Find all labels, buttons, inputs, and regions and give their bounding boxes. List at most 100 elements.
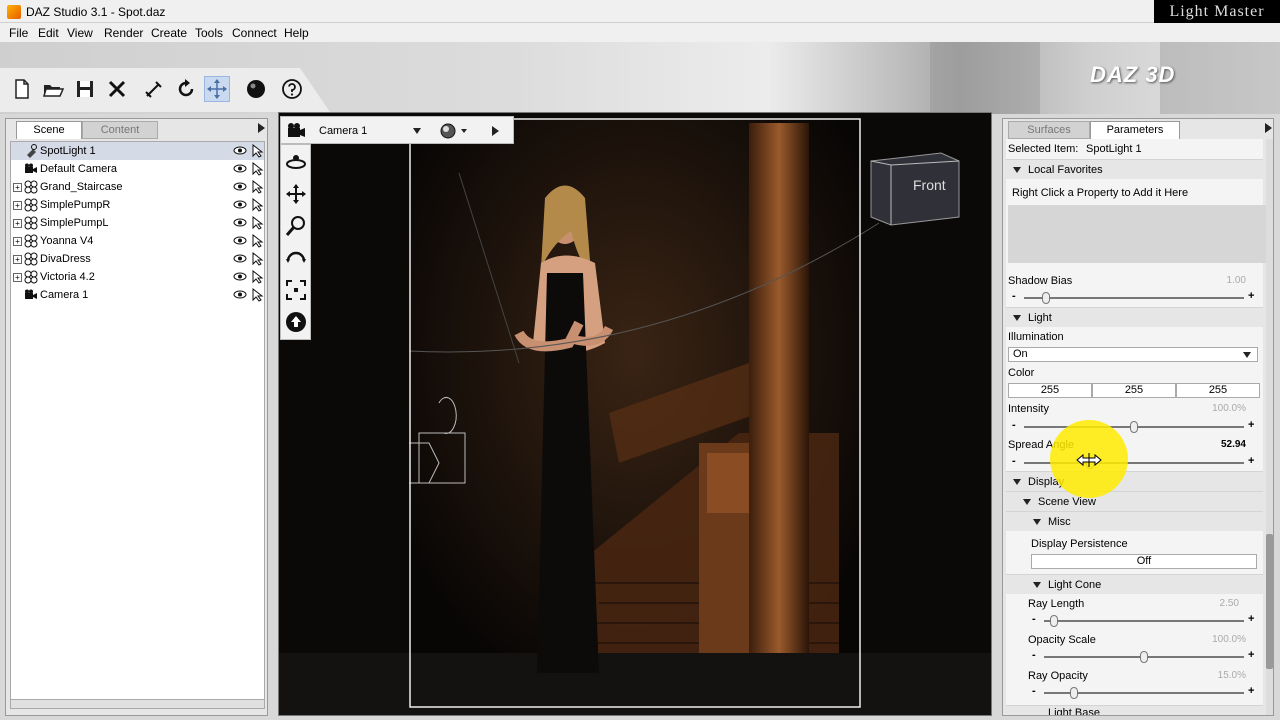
panel-menu-arrow-icon[interactable] [1265, 123, 1272, 133]
close-button[interactable] [104, 76, 130, 102]
home-button[interactable] [285, 311, 307, 333]
panel-menu-arrow-icon[interactable] [258, 123, 265, 133]
selectable-arrow-icon[interactable] [251, 216, 265, 230]
camera-select[interactable]: Camera 1 [315, 121, 427, 141]
menu-file[interactable]: File [9, 26, 28, 40]
selectable-arrow-icon[interactable] [251, 180, 265, 194]
scene-tree-node[interactable]: Default Camera [11, 160, 264, 178]
ray-length-knob[interactable] [1050, 615, 1058, 627]
minus-icon[interactable]: - [1012, 290, 1016, 302]
shading-mode-button[interactable] [437, 121, 471, 141]
scene-tree-node[interactable]: Camera 1 [11, 286, 264, 304]
selectable-arrow-icon[interactable] [251, 252, 265, 266]
new-file-button[interactable] [9, 76, 35, 102]
menu-connect[interactable]: Connect [232, 26, 277, 40]
roll-button[interactable] [285, 247, 307, 269]
tab-content[interactable]: Content [82, 121, 158, 139]
orbit-button[interactable] [285, 151, 307, 173]
plus-icon[interactable]: + [1248, 455, 1254, 467]
favorites-drop-area[interactable] [1008, 205, 1272, 263]
menu-tools[interactable]: Tools [195, 26, 223, 40]
tab-parameters[interactable]: Parameters [1090, 121, 1180, 139]
misc-header[interactable]: Misc [1006, 511, 1263, 531]
scene-tree-node[interactable]: + DivaDress [11, 250, 264, 268]
plus-icon[interactable]: + [1248, 290, 1254, 302]
expand-icon[interactable]: + [13, 255, 22, 264]
open-file-button[interactable] [40, 76, 66, 102]
selectable-arrow-icon[interactable] [251, 162, 265, 176]
render-button[interactable] [243, 76, 269, 102]
minus-icon[interactable]: - [1012, 419, 1016, 431]
minus-icon[interactable]: - [1012, 455, 1016, 467]
opacity-scale-knob[interactable] [1140, 651, 1148, 663]
plus-icon[interactable]: + [1248, 613, 1254, 625]
scene-tree-node[interactable]: + Grand_Staircase [11, 178, 264, 196]
plus-icon[interactable]: + [1248, 685, 1254, 697]
minus-icon[interactable]: - [1032, 649, 1036, 661]
visibility-eye-icon[interactable] [233, 146, 247, 155]
vertical-scrollbar[interactable] [1266, 139, 1273, 715]
minus-icon[interactable]: - [1032, 613, 1036, 625]
light-cone-header[interactable]: Light Cone [1006, 574, 1263, 594]
zoom-button[interactable] [285, 215, 307, 237]
camera-button[interactable] [285, 120, 307, 142]
rotate-tool-button[interactable] [173, 76, 199, 102]
expand-icon[interactable]: + [13, 201, 22, 210]
menu-create[interactable]: Create [151, 26, 187, 40]
tab-surfaces[interactable]: Surfaces [1008, 121, 1090, 139]
save-button[interactable] [72, 76, 98, 102]
shadow-bias-knob[interactable] [1042, 292, 1050, 304]
scene-tree-node[interactable]: + Victoria 4.2 [11, 268, 264, 286]
selectable-arrow-icon[interactable] [251, 270, 265, 284]
scene-tree-node[interactable]: + SimplePumpR [11, 196, 264, 214]
scene-tree-node[interactable]: SpotLight 1 [11, 142, 264, 160]
light-section-header[interactable]: Light [1006, 307, 1263, 327]
tab-scene[interactable]: Scene [16, 121, 82, 139]
scene-tree-node[interactable]: + SimplePumpL [11, 214, 264, 232]
local-favorites-header[interactable]: Local Favorites [1006, 159, 1263, 179]
plus-icon[interactable]: + [1248, 649, 1254, 661]
scene-tree-node[interactable]: + Yoanna V4 [11, 232, 264, 250]
ray-length-slider[interactable] [1044, 620, 1244, 622]
selectable-arrow-icon[interactable] [251, 288, 265, 302]
selectable-arrow-icon[interactable] [251, 234, 265, 248]
visibility-eye-icon[interactable] [233, 200, 247, 209]
visibility-eye-icon[interactable] [233, 272, 247, 281]
color-blue[interactable]: 255 [1176, 383, 1260, 398]
bone-tool-button[interactable] [141, 76, 167, 102]
intensity-knob[interactable] [1130, 421, 1138, 433]
visibility-eye-icon[interactable] [233, 254, 247, 263]
pan-button[interactable] [285, 183, 307, 205]
display-section-header[interactable]: Display [1006, 471, 1263, 491]
light-base-header[interactable]: Light Base [1006, 705, 1263, 715]
horizontal-scrollbar[interactable] [10, 699, 265, 709]
visibility-eye-icon[interactable] [233, 218, 247, 227]
ray-opacity-knob[interactable] [1070, 687, 1078, 699]
help-button[interactable] [279, 76, 305, 102]
minus-icon[interactable]: - [1032, 685, 1036, 697]
frame-button[interactable] [285, 279, 307, 301]
expand-icon[interactable]: + [13, 183, 22, 192]
visibility-eye-icon[interactable] [233, 182, 247, 191]
menu-help[interactable]: Help [284, 26, 309, 40]
selectable-arrow-icon[interactable] [251, 144, 265, 158]
color-red[interactable]: 255 [1008, 383, 1092, 398]
expand-icon[interactable]: + [13, 237, 22, 246]
move-tool-button[interactable] [204, 76, 230, 102]
visibility-eye-icon[interactable] [233, 290, 247, 299]
shadow-bias-slider[interactable] [1024, 297, 1244, 299]
scene-view-header[interactable]: Scene View [1006, 491, 1263, 511]
menu-edit[interactable]: Edit [38, 26, 59, 40]
selectable-arrow-icon[interactable] [251, 198, 265, 212]
expand-icon[interactable]: + [13, 219, 22, 228]
expand-icon[interactable]: + [13, 273, 22, 282]
plus-icon[interactable]: + [1248, 419, 1254, 431]
viewport-options-button[interactable] [485, 121, 505, 141]
visibility-eye-icon[interactable] [233, 164, 247, 173]
display-persistence-select[interactable]: Off [1031, 554, 1257, 569]
menu-view[interactable]: View [67, 26, 93, 40]
color-green[interactable]: 255 [1092, 383, 1176, 398]
scrollbar-thumb[interactable] [1266, 534, 1273, 669]
visibility-eye-icon[interactable] [233, 236, 247, 245]
viewport[interactable]: Front [278, 112, 992, 716]
